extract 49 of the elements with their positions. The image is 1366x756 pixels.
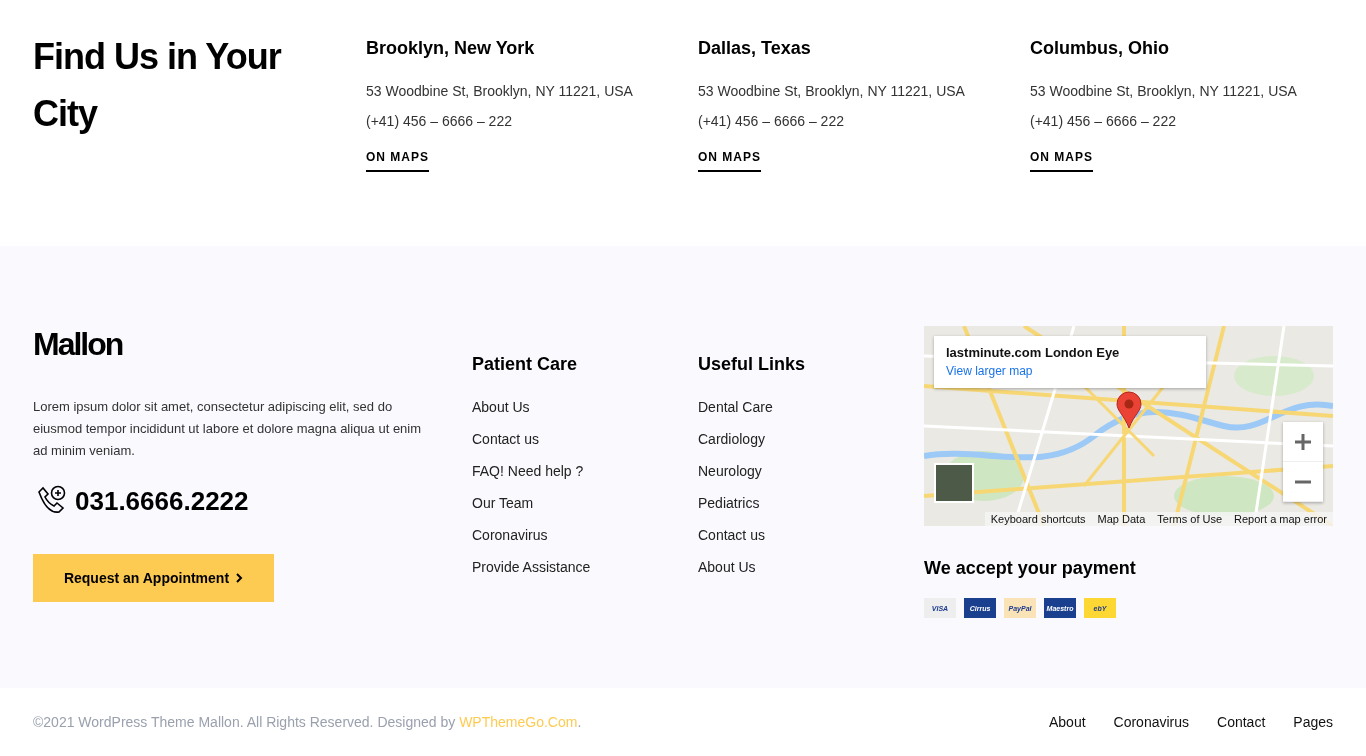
city-name: Dallas, Texas [698,38,812,59]
city-name: Brooklyn, New York [366,38,536,59]
city-name: Columbus, Ohio [1030,38,1170,59]
column-title: Useful Links [698,354,807,375]
bottom-nav-link[interactable]: Coronavirus [1113,714,1190,730]
phone-number: 031.6666.2222 [75,485,249,517]
footer-link[interactable]: Neurology [698,455,924,487]
larger-map-link[interactable]: View larger map [946,364,1194,378]
on-maps-link[interactable]: ON MAPS [1030,150,1093,172]
column-title: Patient Care [472,354,579,375]
logo[interactable]: Mallon [33,326,472,362]
map-attribution-link[interactable]: Keyboard shortcuts [984,512,1092,526]
minus-icon [1294,479,1312,484]
satellite-toggle[interactable] [934,463,974,503]
copyright-text: ©2021 WordPress Theme Mallon. All Rights Reserved. Designed by WPThemeGo.Com. [33,714,582,730]
on-maps-link[interactable]: ON MAPS [698,150,761,172]
address-text: 53 Woodbine St, Brooklyn, NY 11221, USA [1030,82,1298,101]
footer-link[interactable]: About Us [472,391,698,423]
zoom-in-button[interactable] [1283,422,1323,462]
footer-link[interactable]: Our Team [472,487,698,519]
section-heading: Find Us in Your City [33,35,283,136]
footer-link[interactable]: FAQ! Need help ? [472,455,698,487]
footer-link[interactable]: Coronavirus [472,519,698,551]
footer-link[interactable]: Contact us [698,519,924,551]
phone-text: (+41) 456 – 6666 – 222 [366,112,513,131]
plus-icon [1294,432,1312,451]
bottom-nav-link[interactable]: About [1048,714,1086,730]
map-attribution-link[interactable]: Terms of Use [1151,512,1229,526]
phone-text: (+41) 456 – 6666 – 222 [1030,112,1177,131]
place-name: lastminute.com London Eye [946,345,1121,360]
footer-link[interactable]: Cardiology [698,423,924,455]
chevron-right-icon [235,573,244,583]
address-text: 53 Woodbine St, Brooklyn, NY 11221, USA [698,82,966,101]
payment-title: We accept your payment [924,558,1137,579]
map-attribution-link[interactable]: Report a map error [1228,512,1333,526]
map-pin-icon [1116,391,1142,429]
bottom-nav-link[interactable]: Pages [1293,714,1333,730]
footer-link[interactable]: Dental Care [698,391,924,423]
address-text: 53 Woodbine St, Brooklyn, NY 11221, USA [366,82,634,101]
appointment-button[interactable]: Request an Appointment [33,554,274,602]
footer-link[interactable]: Pediatrics [698,487,924,519]
footer-link[interactable]: Contact us [472,423,698,455]
footer-link[interactable]: Provide Assistance [472,551,698,583]
footer-link[interactable]: About Us [698,551,924,583]
map-attribution-link[interactable]: Map Data [1091,512,1152,526]
about-text: Lorem ipsum dolor sit amet, consectetur adipiscing elit, sed do eiusmod tempor incididunt ut labore et dolore magna aliqua ut enim ad minim veniam. [33,398,423,460]
bottom-nav-link[interactable]: Contact [1217,714,1266,730]
phone-text: (+41) 456 – 6666 – 222 [698,112,845,131]
on-maps-link[interactable]: ON MAPS [366,150,429,172]
